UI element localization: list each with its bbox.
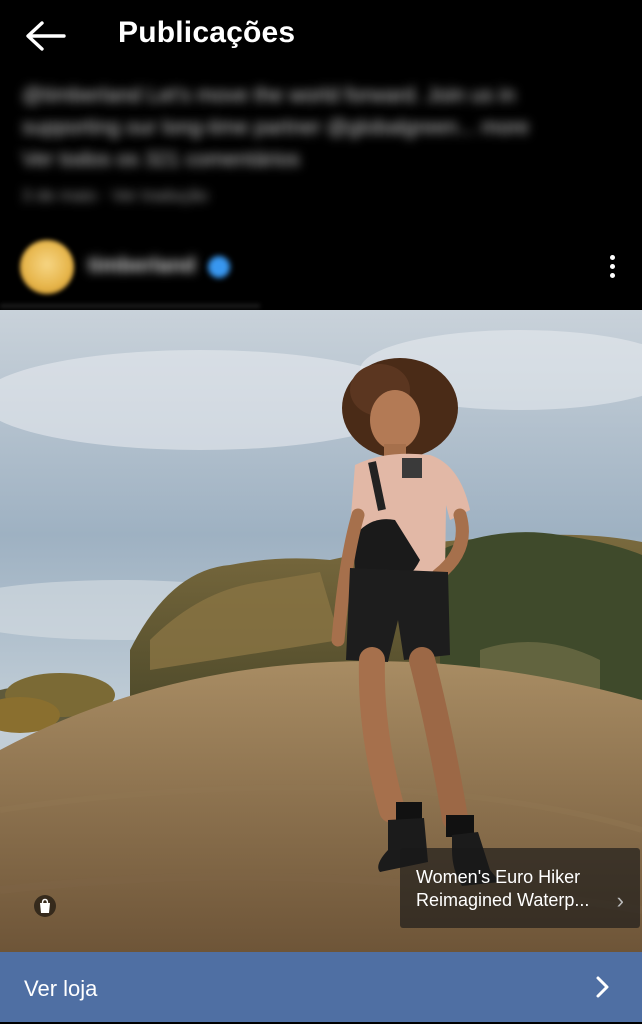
shopping-bag-icon-glyph bbox=[40, 898, 50, 913]
arrow-left-icon bbox=[26, 21, 66, 51]
avatar[interactable] bbox=[20, 240, 74, 294]
product-tag-name: Women's Euro Hiker Reimagined Waterp... bbox=[416, 867, 590, 910]
top-bar: Publicações bbox=[0, 0, 642, 72]
caption-line: supporting our long-time partner @global… bbox=[22, 116, 529, 139]
shopping-bag-icon[interactable] bbox=[34, 895, 56, 917]
more-vertical-icon bbox=[609, 255, 615, 260]
view-shop-button[interactable]: Ver loja bbox=[0, 952, 642, 1022]
product-tag[interactable]: Women's Euro Hiker Reimagined Waterp... … bbox=[400, 848, 640, 928]
verified-badge-icon bbox=[208, 256, 230, 278]
divider bbox=[0, 304, 260, 308]
view-shop-label: Ver loja bbox=[24, 976, 98, 1001]
page-title: Publicações bbox=[118, 16, 296, 49]
post-date: 3 de maio · Ver tradução bbox=[22, 186, 209, 205]
post-header: timberland bbox=[0, 236, 642, 306]
back-button[interactable] bbox=[22, 18, 70, 54]
more-options-button[interactable] bbox=[604, 252, 620, 286]
chevron-right-icon bbox=[596, 976, 609, 998]
caption-line: @timberland Let's move the world forward… bbox=[22, 84, 516, 107]
chevron-right-icon: › bbox=[616, 888, 624, 913]
username[interactable]: timberland bbox=[88, 254, 195, 278]
post-caption: @timberland Let's move the world forward… bbox=[0, 76, 642, 216]
view-comments-link[interactable]: Ver todos os 321 comentários bbox=[22, 148, 300, 172]
